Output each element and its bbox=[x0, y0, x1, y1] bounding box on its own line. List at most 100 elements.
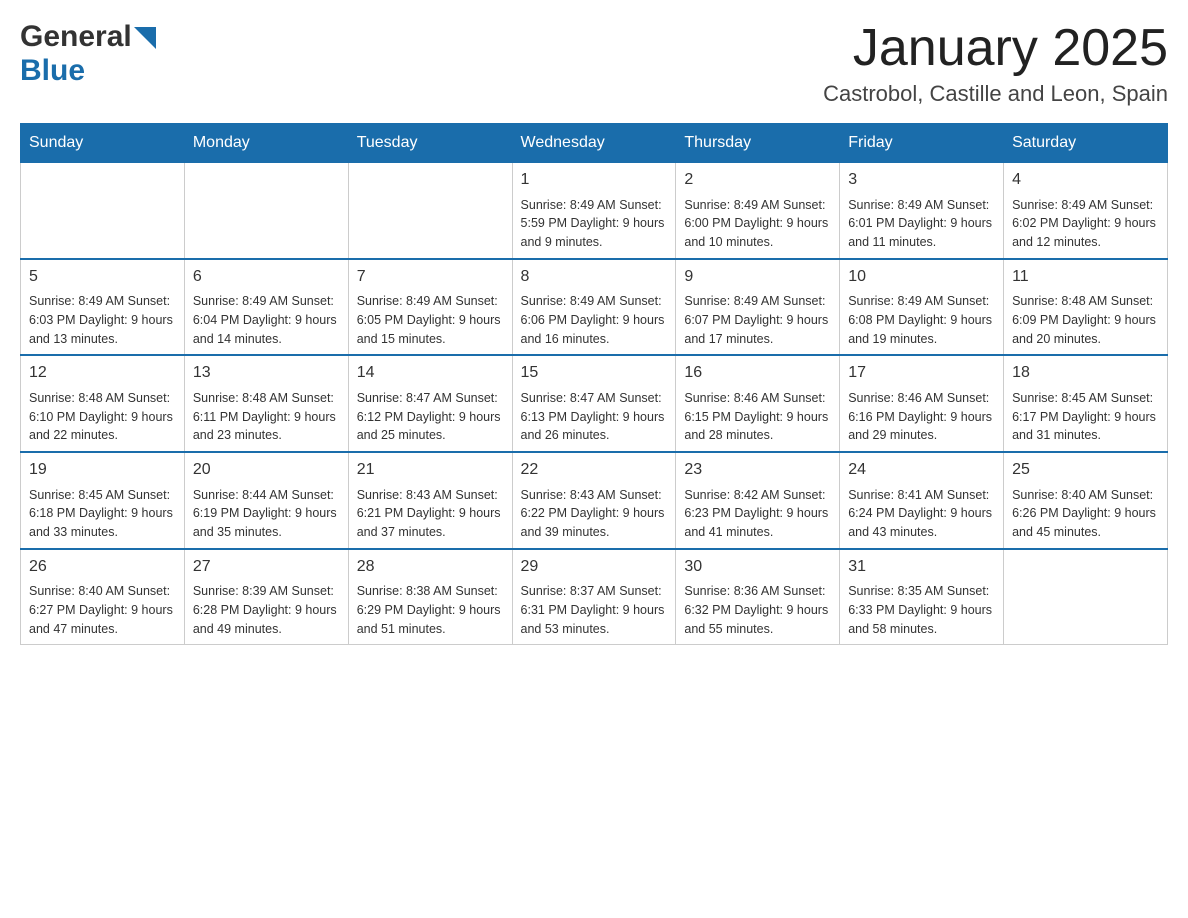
col-sunday: Sunday bbox=[21, 124, 185, 163]
table-row: 23 Sunrise: 8:42 AM Sunset: 6:23 PM Dayli… bbox=[676, 452, 840, 549]
day-number: 23 bbox=[684, 459, 831, 481]
day-number: 13 bbox=[193, 362, 340, 384]
table-row: 29Sunrise: 8:37 AM Sunset: 6:31 PM Dayli… bbox=[512, 549, 676, 645]
day-number: 26 bbox=[29, 556, 176, 578]
table-row: 26Sunrise: 8:40 AM Sunset: 6:27 PM Dayli… bbox=[21, 549, 185, 645]
day-info: Sunrise: 8:49 AM Sunset: 6:03 PM Dayligh… bbox=[29, 292, 176, 348]
day-info: Sunrise: 8:47 AM Sunset: 6:12 PM Dayligh… bbox=[357, 389, 504, 445]
table-row: 30 Sunrise: 8:36 AM Sunset: 6:32 PM Dayli… bbox=[676, 549, 840, 645]
day-info: Sunrise: 8:42 AM Sunset: 6:23 PM Dayligh… bbox=[684, 486, 831, 542]
calendar-table: Sunday Monday Tuesday Wednesday Thursday… bbox=[20, 123, 1168, 645]
table-row: 25Sunrise: 8:40 AM Sunset: 6:26 PM Dayli… bbox=[1004, 452, 1168, 549]
table-row: 1Sunrise: 8:49 AM Sunset: 5:59 PM Daylig… bbox=[512, 163, 676, 259]
table-row: 13 Sunrise: 8:48 AM Sunset: 6:11 PM Dayli… bbox=[184, 355, 348, 452]
table-row: 12 Sunrise: 8:48 AM Sunset: 6:10 PM Dayli… bbox=[21, 355, 185, 452]
day-info: Sunrise: 8:38 AM Sunset: 6:29 PM Dayligh… bbox=[357, 582, 504, 638]
table-row: 31 Sunrise: 8:35 AM Sunset: 6:33 PM Dayli… bbox=[840, 549, 1004, 645]
day-number: 17 bbox=[848, 362, 995, 384]
table-row: 17 Sunrise: 8:46 AM Sunset: 6:16 PM Dayli… bbox=[840, 355, 1004, 452]
day-number: 4 bbox=[1012, 169, 1159, 191]
day-number: 14 bbox=[357, 362, 504, 384]
location-title: Castrobol, Castille and Leon, Spain bbox=[823, 81, 1168, 107]
table-row: 20 Sunrise: 8:44 AM Sunset: 6:19 PM Dayli… bbox=[184, 452, 348, 549]
day-number: 31 bbox=[848, 556, 995, 578]
day-info: Sunrise: 8:39 AM Sunset: 6:28 PM Dayligh… bbox=[193, 582, 340, 638]
day-info: Sunrise: 8:49 AM Sunset: 6:01 PM Dayligh… bbox=[848, 196, 995, 252]
day-number: 15 bbox=[521, 362, 668, 384]
day-info: Sunrise: 8:44 AM Sunset: 6:19 PM Dayligh… bbox=[193, 486, 340, 542]
calendar-week-row: 26Sunrise: 8:40 AM Sunset: 6:27 PM Dayli… bbox=[21, 549, 1168, 645]
table-row: 5 Sunrise: 8:49 AM Sunset: 6:03 PM Daylig… bbox=[21, 259, 185, 356]
day-info: Sunrise: 8:49 AM Sunset: 6:00 PM Dayligh… bbox=[684, 196, 831, 252]
table-row bbox=[1004, 549, 1168, 645]
logo: General Blue bbox=[20, 20, 156, 88]
day-number: 1 bbox=[521, 169, 668, 191]
day-info: Sunrise: 8:49 AM Sunset: 6:08 PM Dayligh… bbox=[848, 292, 995, 348]
title-block: January 2025 Castrobol, Castille and Leo… bbox=[823, 20, 1168, 107]
table-row: 19Sunrise: 8:45 AM Sunset: 6:18 PM Dayli… bbox=[21, 452, 185, 549]
col-thursday: Thursday bbox=[676, 124, 840, 163]
day-info: Sunrise: 8:46 AM Sunset: 6:16 PM Dayligh… bbox=[848, 389, 995, 445]
calendar-week-row: 1Sunrise: 8:49 AM Sunset: 5:59 PM Daylig… bbox=[21, 163, 1168, 259]
month-title: January 2025 bbox=[823, 20, 1168, 77]
day-number: 28 bbox=[357, 556, 504, 578]
day-info: Sunrise: 8:35 AM Sunset: 6:33 PM Dayligh… bbox=[848, 582, 995, 638]
calendar-header-row: Sunday Monday Tuesday Wednesday Thursday… bbox=[21, 124, 1168, 163]
day-info: Sunrise: 8:49 AM Sunset: 6:07 PM Dayligh… bbox=[684, 292, 831, 348]
table-row: 2 Sunrise: 8:49 AM Sunset: 6:00 PM Daylig… bbox=[676, 163, 840, 259]
table-row bbox=[184, 163, 348, 259]
day-number: 5 bbox=[29, 266, 176, 288]
day-info: Sunrise: 8:49 AM Sunset: 6:05 PM Dayligh… bbox=[357, 292, 504, 348]
table-row: 6Sunrise: 8:49 AM Sunset: 6:04 PM Daylig… bbox=[184, 259, 348, 356]
day-number: 30 bbox=[684, 556, 831, 578]
day-info: Sunrise: 8:45 AM Sunset: 6:17 PM Dayligh… bbox=[1012, 389, 1159, 445]
table-row: 3 Sunrise: 8:49 AM Sunset: 6:01 PM Daylig… bbox=[840, 163, 1004, 259]
day-number: 20 bbox=[193, 459, 340, 481]
logo-general: General bbox=[20, 20, 132, 54]
day-number: 22 bbox=[521, 459, 668, 481]
table-row bbox=[348, 163, 512, 259]
table-row: 18 Sunrise: 8:45 AM Sunset: 6:17 PM Dayli… bbox=[1004, 355, 1168, 452]
col-tuesday: Tuesday bbox=[348, 124, 512, 163]
day-info: Sunrise: 8:48 AM Sunset: 6:09 PM Dayligh… bbox=[1012, 292, 1159, 348]
table-row bbox=[21, 163, 185, 259]
table-row: 27 Sunrise: 8:39 AM Sunset: 6:28 PM Dayli… bbox=[184, 549, 348, 645]
day-number: 12 bbox=[29, 362, 176, 384]
col-monday: Monday bbox=[184, 124, 348, 163]
day-number: 9 bbox=[684, 266, 831, 288]
col-saturday: Saturday bbox=[1004, 124, 1168, 163]
day-info: Sunrise: 8:36 AM Sunset: 6:32 PM Dayligh… bbox=[684, 582, 831, 638]
day-info: Sunrise: 8:48 AM Sunset: 6:11 PM Dayligh… bbox=[193, 389, 340, 445]
day-number: 16 bbox=[684, 362, 831, 384]
day-info: Sunrise: 8:45 AM Sunset: 6:18 PM Dayligh… bbox=[29, 486, 176, 542]
day-number: 18 bbox=[1012, 362, 1159, 384]
table-row: 15Sunrise: 8:47 AM Sunset: 6:13 PM Dayli… bbox=[512, 355, 676, 452]
day-info: Sunrise: 8:43 AM Sunset: 6:22 PM Dayligh… bbox=[521, 486, 668, 542]
logo-blue: Blue bbox=[20, 54, 85, 87]
day-number: 21 bbox=[357, 459, 504, 481]
table-row: 10Sunrise: 8:49 AM Sunset: 6:08 PM Dayli… bbox=[840, 259, 1004, 356]
day-info: Sunrise: 8:43 AM Sunset: 6:21 PM Dayligh… bbox=[357, 486, 504, 542]
day-info: Sunrise: 8:40 AM Sunset: 6:26 PM Dayligh… bbox=[1012, 486, 1159, 542]
table-row: 24 Sunrise: 8:41 AM Sunset: 6:24 PM Dayli… bbox=[840, 452, 1004, 549]
day-number: 24 bbox=[848, 459, 995, 481]
day-info: Sunrise: 8:49 AM Sunset: 6:04 PM Dayligh… bbox=[193, 292, 340, 348]
day-info: Sunrise: 8:49 AM Sunset: 6:06 PM Dayligh… bbox=[521, 292, 668, 348]
day-info: Sunrise: 8:48 AM Sunset: 6:10 PM Dayligh… bbox=[29, 389, 176, 445]
table-row: 8Sunrise: 8:49 AM Sunset: 6:06 PM Daylig… bbox=[512, 259, 676, 356]
day-number: 2 bbox=[684, 169, 831, 191]
table-row: 11Sunrise: 8:48 AM Sunset: 6:09 PM Dayli… bbox=[1004, 259, 1168, 356]
table-row: 4Sunrise: 8:49 AM Sunset: 6:02 PM Daylig… bbox=[1004, 163, 1168, 259]
day-number: 7 bbox=[357, 266, 504, 288]
day-number: 27 bbox=[193, 556, 340, 578]
table-row: 9 Sunrise: 8:49 AM Sunset: 6:07 PM Daylig… bbox=[676, 259, 840, 356]
col-wednesday: Wednesday bbox=[512, 124, 676, 163]
day-info: Sunrise: 8:41 AM Sunset: 6:24 PM Dayligh… bbox=[848, 486, 995, 542]
page-header: General Blue January 2025 Castrobol, Cas… bbox=[20, 20, 1168, 107]
table-row: 22 Sunrise: 8:43 AM Sunset: 6:22 PM Dayli… bbox=[512, 452, 676, 549]
table-row: 21 Sunrise: 8:43 AM Sunset: 6:21 PM Dayli… bbox=[348, 452, 512, 549]
day-number: 3 bbox=[848, 169, 995, 191]
calendar-week-row: 5 Sunrise: 8:49 AM Sunset: 6:03 PM Daylig… bbox=[21, 259, 1168, 356]
logo-arrow-icon bbox=[134, 27, 156, 49]
day-info: Sunrise: 8:46 AM Sunset: 6:15 PM Dayligh… bbox=[684, 389, 831, 445]
